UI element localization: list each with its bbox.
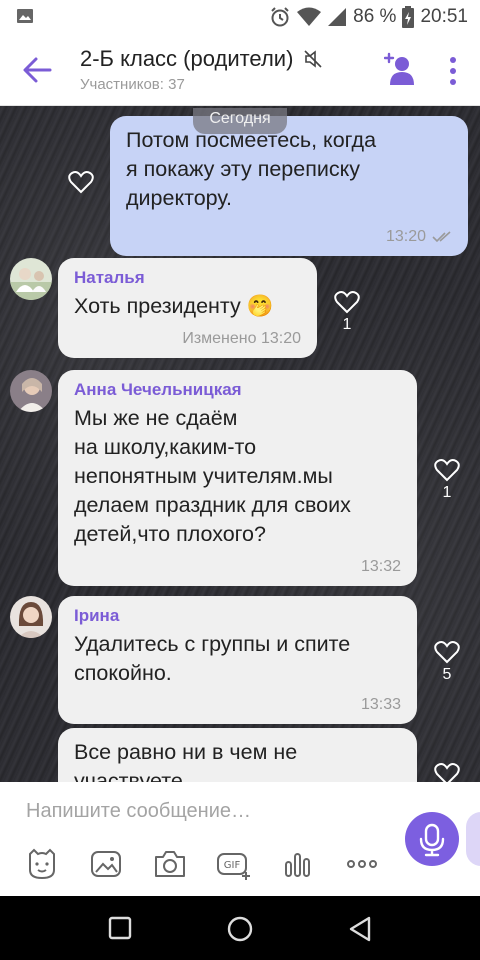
avatar[interactable] xyxy=(10,596,52,638)
message-bubble-incoming[interactable]: Наталья Хоть президенту 🤭 Изменено 13:20 xyxy=(58,258,317,358)
camera-icon[interactable] xyxy=(152,846,188,882)
sticker-icon[interactable] xyxy=(24,846,60,882)
mute-icon xyxy=(304,50,322,68)
message-time: 13:20 xyxy=(385,228,426,245)
like-button[interactable]: 1 xyxy=(332,290,362,334)
like-button[interactable]: 5 xyxy=(432,640,462,684)
avatar[interactable] xyxy=(10,370,52,412)
poll-icon[interactable] xyxy=(280,846,316,882)
chat-header: 2-Б класс (родители) Участников: 37 xyxy=(0,34,480,106)
status-bar: 86 % 20:51 xyxy=(0,0,480,34)
heart-icon xyxy=(434,763,460,782)
message-time: 13:33 xyxy=(360,696,401,713)
heart-icon xyxy=(68,171,94,194)
more-horizontal-icon[interactable] xyxy=(344,846,380,882)
svg-text:GIF: GIF xyxy=(224,860,241,871)
add-member-icon[interactable] xyxy=(384,52,416,86)
message-text: Хоть президенту 🤭 xyxy=(74,294,274,318)
secondary-action-button[interactable] xyxy=(466,812,480,866)
message-meta: 13:20 xyxy=(386,228,452,246)
chat-title: 2-Б класс (родители) xyxy=(80,46,294,71)
message-text: Потом посмеетесь, когда я покажу эту пер… xyxy=(126,128,377,210)
message-meta: Изменено 13:20 xyxy=(182,330,301,348)
like-button[interactable] xyxy=(432,762,462,782)
like-count: 5 xyxy=(442,666,452,683)
recents-icon[interactable] xyxy=(108,916,132,945)
message-input[interactable]: Напишите сообщение… xyxy=(26,800,386,830)
double-check-icon xyxy=(432,231,451,243)
battery-icon xyxy=(402,6,415,28)
system-nav-bar xyxy=(0,896,480,960)
message-bubble-incoming[interactable]: Ірина Удалитесь с группы и спите спокойн… xyxy=(58,596,417,724)
battery-percent: 86 % xyxy=(353,6,397,27)
sender-name: Анна Чечельницкая xyxy=(74,380,242,399)
message-meta: 13:33 xyxy=(361,696,401,714)
message-text: Все равно ни в чем не участвуете xyxy=(74,740,298,782)
gallery-icon xyxy=(17,9,33,23)
heart-icon xyxy=(434,459,460,482)
gif-icon[interactable]: GIF xyxy=(216,846,252,882)
heart-icon xyxy=(434,641,460,664)
message-composer: Напишите сообщение… GIF xyxy=(0,782,480,896)
like-count: 1 xyxy=(442,484,452,501)
avatar[interactable] xyxy=(10,258,52,300)
message-bubble-incoming[interactable]: Все равно ни в чем не участвуете xyxy=(58,728,417,782)
composer-toolbar: GIF xyxy=(24,846,380,882)
like-button[interactable] xyxy=(66,170,96,194)
like-button[interactable]: 1 xyxy=(432,458,462,502)
home-icon[interactable] xyxy=(227,916,253,947)
back-arrow-icon[interactable] xyxy=(20,54,54,86)
more-vertical-icon[interactable] xyxy=(440,54,466,88)
heart-icon xyxy=(334,291,360,314)
message-meta: 13:32 xyxy=(361,558,401,576)
voice-record-button[interactable] xyxy=(405,812,459,866)
clock: 20:51 xyxy=(420,6,468,27)
wifi-icon xyxy=(297,7,322,26)
chat-info[interactable]: 2-Б класс (родители) Участников: 37 xyxy=(80,46,323,93)
participants-count: Участников: 37 xyxy=(80,76,185,93)
message-bubble-outgoing[interactable]: Потом посмеетесь, когда я покажу эту пер… xyxy=(110,116,468,256)
gallery-icon[interactable] xyxy=(88,846,124,882)
sender-name: Наталья xyxy=(74,268,145,287)
message-bubble-incoming[interactable]: Анна Чечельницкая Мы же не сдаём на школ… xyxy=(58,370,417,586)
message-time: Изменено 13:20 xyxy=(182,330,301,347)
back-icon[interactable] xyxy=(348,916,372,947)
message-text: Удалитесь с группы и спите спокойно. xyxy=(74,632,351,685)
alarm-icon xyxy=(271,7,289,27)
sender-name: Ірина xyxy=(74,606,120,625)
message-time: 13:32 xyxy=(360,558,401,575)
like-count: 1 xyxy=(342,316,352,333)
microphone-icon xyxy=(419,823,445,857)
chat-area[interactable]: Потом посмеетесь, когда я покажу эту пер… xyxy=(0,106,480,782)
date-chip: Сегодня xyxy=(193,108,287,134)
message-text: Мы же не сдаём на школу,каким-то непонят… xyxy=(74,406,351,546)
signal-icon xyxy=(328,8,347,26)
